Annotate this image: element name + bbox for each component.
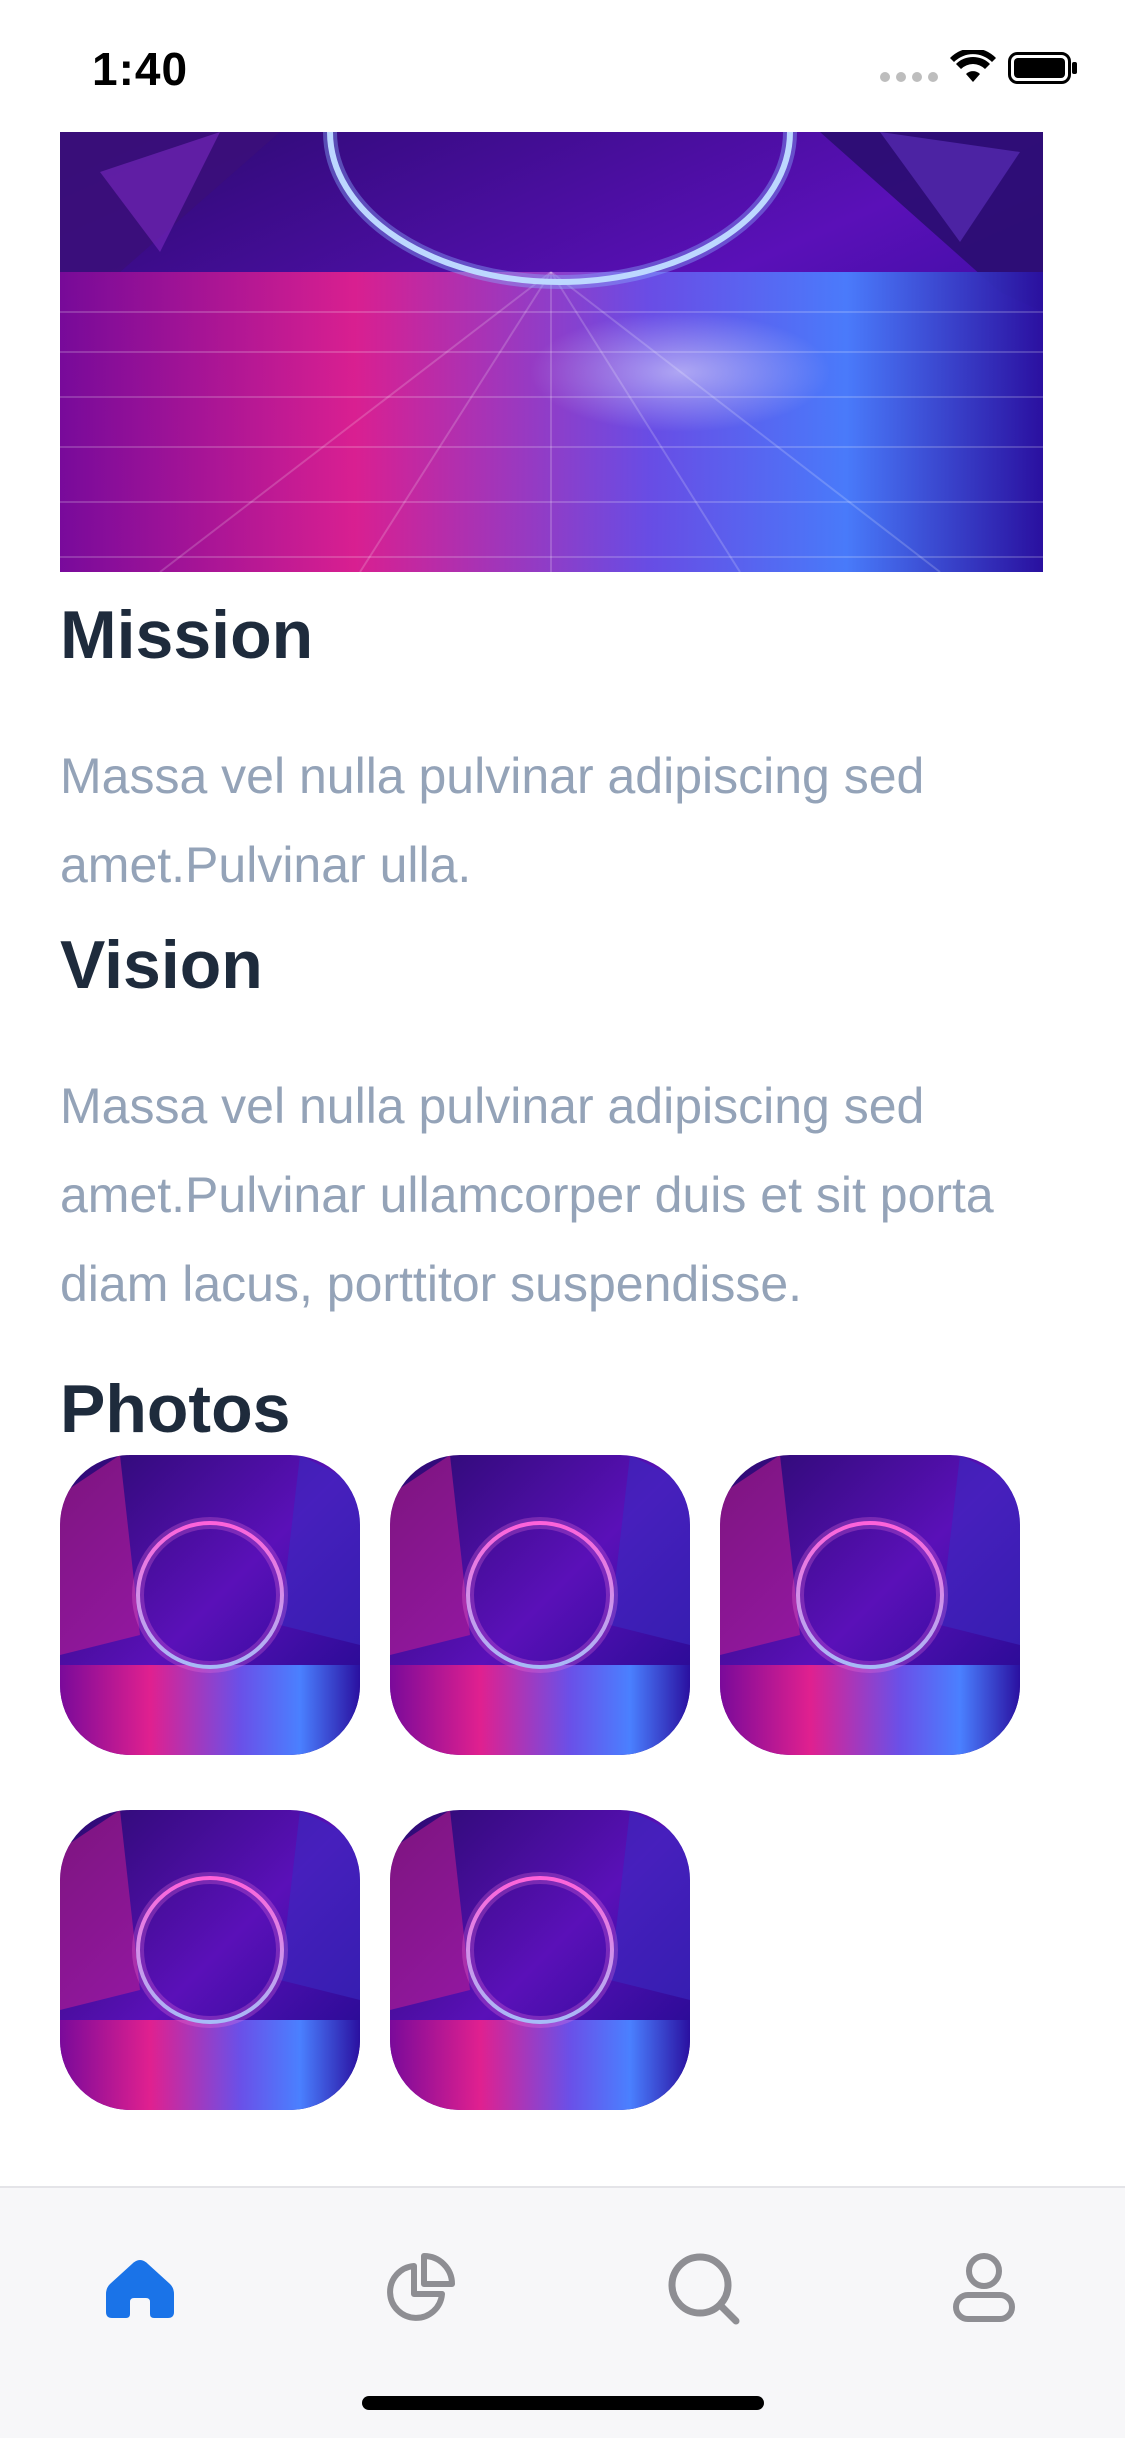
photo-thumbnail[interactable] (60, 1455, 360, 1755)
photo-thumbnail[interactable] (60, 1810, 360, 2110)
mission-text: Massa vel nulla pulvinar adipiscing sed … (60, 748, 925, 893)
vision-text: Massa vel nulla pulvinar adipiscing sed … (60, 1078, 994, 1312)
battery-icon (1008, 52, 1077, 84)
home-indicator[interactable] (362, 2396, 764, 2410)
wifi-icon (950, 50, 996, 82)
photo-thumbnail[interactable] (720, 1455, 1020, 1755)
profile-icon (953, 2253, 1015, 2322)
pie-chart-icon (387, 2253, 455, 2321)
status-time: 1:40 (92, 43, 189, 95)
home-icon (106, 2260, 174, 2318)
photos-title: Photos (60, 1371, 291, 1447)
search-icon (668, 2253, 740, 2325)
cellular-signal-icon (880, 72, 938, 82)
mission-title: Mission (60, 597, 314, 673)
vision-title: Vision (60, 927, 263, 1003)
tab-profile[interactable] (944, 2248, 1024, 2328)
tab-stats[interactable] (380, 2248, 460, 2328)
photo-thumbnail[interactable] (390, 1455, 690, 1755)
status-bar: 1:40 (0, 0, 1125, 132)
hero-image (60, 132, 1043, 572)
tab-home[interactable] (100, 2248, 180, 2328)
photo-thumbnail[interactable] (390, 1810, 690, 2110)
tab-search[interactable] (663, 2248, 743, 2328)
